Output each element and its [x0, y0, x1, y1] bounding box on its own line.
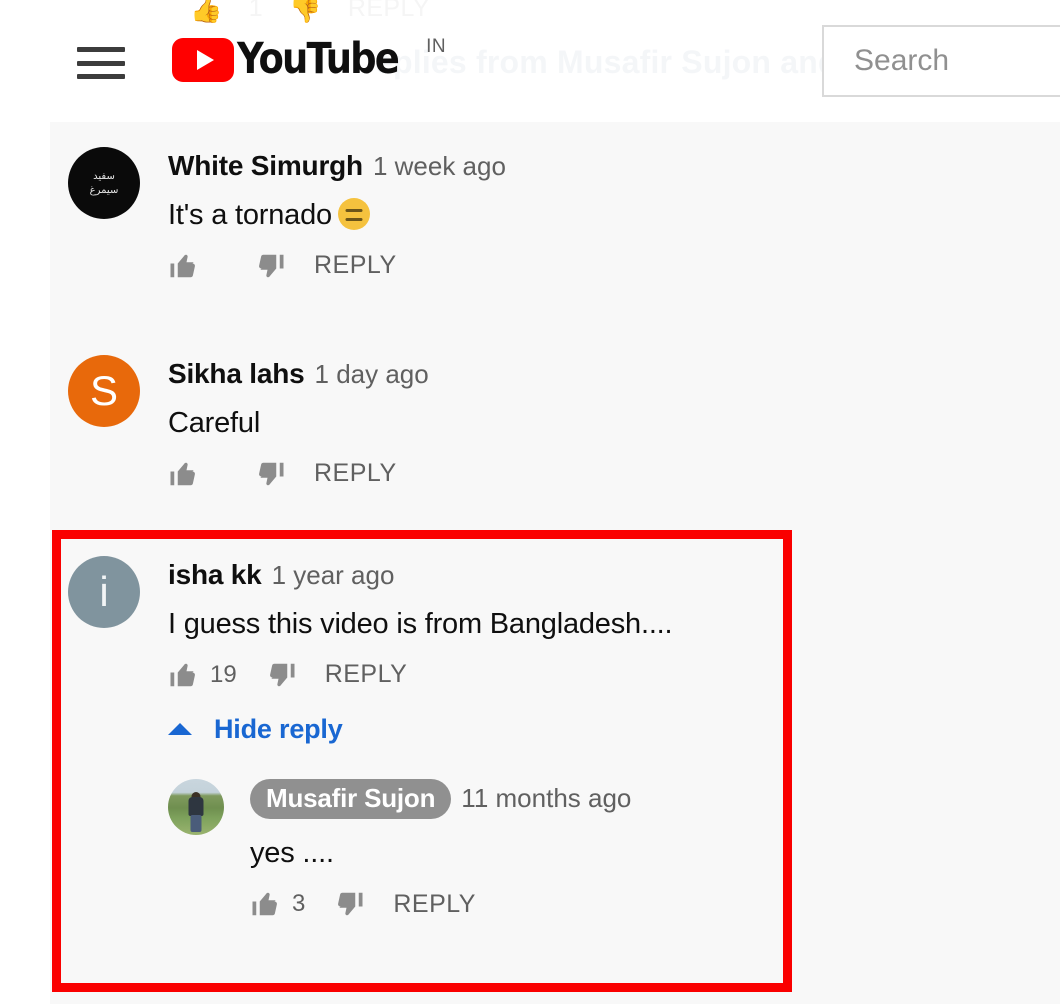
reply-text: yes ....	[250, 837, 334, 870]
reply-button[interactable]: REPLY	[314, 251, 397, 280]
hamburger-menu-icon[interactable]	[77, 45, 125, 81]
hamburger-bar	[77, 60, 125, 66]
thumbs-down-icon	[256, 251, 286, 281]
youtube-logo[interactable]: YouTube IN	[172, 32, 446, 86]
expressionless-face-icon	[337, 197, 370, 230]
comments-panel: سفید سیمرغ White Simurgh 1 week ago It's…	[50, 122, 1060, 1004]
reply-button[interactable]: REPLY	[393, 890, 476, 919]
youtube-header: YouTube IN	[0, 0, 1060, 121]
dislike-button[interactable]	[256, 251, 286, 281]
comment-actions: 19 REPLY	[168, 660, 672, 690]
comment-text: Careful	[168, 406, 261, 439]
youtube-country-superscript: IN	[426, 36, 447, 57]
play-triangle-icon	[172, 38, 234, 82]
chevron-up-icon	[168, 723, 192, 736]
avatar-photo-detail	[190, 815, 202, 833]
hamburger-bar	[77, 47, 125, 52]
like-count: 3	[292, 890, 306, 918]
comment-timestamp: 1 day ago	[314, 359, 429, 389]
search-input[interactable]	[852, 43, 1060, 79]
hide-reply-label: Hide reply	[214, 713, 343, 744]
comment-item: سفید سیمرغ White Simurgh 1 week ago It's…	[68, 147, 506, 281]
youtube-wordmark: YouTube	[237, 34, 400, 84]
thumbs-down-icon	[335, 889, 365, 919]
comment-actions: REPLY	[168, 251, 506, 281]
avatar[interactable]	[168, 778, 224, 835]
like-button[interactable]	[168, 251, 222, 281]
comment-author[interactable]: Sikha lahs	[168, 357, 305, 391]
comment-text: I guess this video is from Bangladesh...…	[168, 607, 673, 640]
avatar-text-line-2: سیمرغ	[89, 184, 119, 196]
comment-text: It's a tornado	[168, 197, 506, 233]
reply-actions: 3 REPLY	[250, 889, 631, 919]
dislike-button[interactable]	[256, 459, 286, 489]
like-button[interactable]: 3	[250, 889, 305, 919]
thumbs-up-icon	[250, 889, 280, 919]
like-count: 19	[210, 660, 237, 688]
avatar-photo-detail	[188, 796, 204, 816]
hamburger-bar	[77, 74, 125, 79]
avatar[interactable]: i	[68, 556, 140, 628]
comment-item: S Sikha lahs 1 day ago Careful REPLY	[68, 355, 429, 489]
reply-item: Musafir Sujon 11 months ago yes .... 3 R…	[168, 778, 672, 919]
reply-button[interactable]: REPLY	[314, 459, 397, 488]
thumbs-up-icon	[168, 251, 198, 281]
hide-reply-toggle[interactable]: Hide reply	[168, 714, 672, 745]
comment-timestamp: 1 week ago	[372, 151, 506, 181]
reply-author-chip[interactable]: Musafir Sujon	[250, 778, 452, 820]
like-button[interactable]	[168, 459, 222, 489]
comment-item: i isha kk 1 year ago I guess this video …	[68, 556, 673, 919]
thumbs-up-icon	[168, 660, 198, 690]
reply-button[interactable]: REPLY	[325, 660, 408, 689]
comment-text-body: It's a tornado	[168, 198, 332, 231]
avatar-text-line-1: سفید	[93, 170, 115, 182]
dislike-button[interactable]	[335, 889, 365, 919]
reply-timestamp: 11 months ago	[461, 782, 632, 813]
avatar[interactable]: S	[68, 355, 140, 427]
comment-author[interactable]: isha kk	[168, 558, 262, 592]
thumbs-up-icon	[168, 459, 198, 489]
search-box[interactable]	[822, 25, 1060, 97]
comment-actions: REPLY	[168, 459, 429, 489]
like-button[interactable]: 19	[168, 660, 237, 690]
avatar-initial: i	[99, 568, 109, 615]
dislike-button[interactable]	[267, 660, 297, 690]
comment-author[interactable]: White Simurgh	[168, 149, 363, 183]
avatar[interactable]: سفید سیمرغ	[68, 147, 140, 219]
comment-timestamp: 1 year ago	[271, 560, 395, 590]
thumbs-down-icon	[256, 459, 286, 489]
avatar-initial: S	[89, 367, 118, 414]
thumbs-down-icon	[267, 660, 297, 690]
